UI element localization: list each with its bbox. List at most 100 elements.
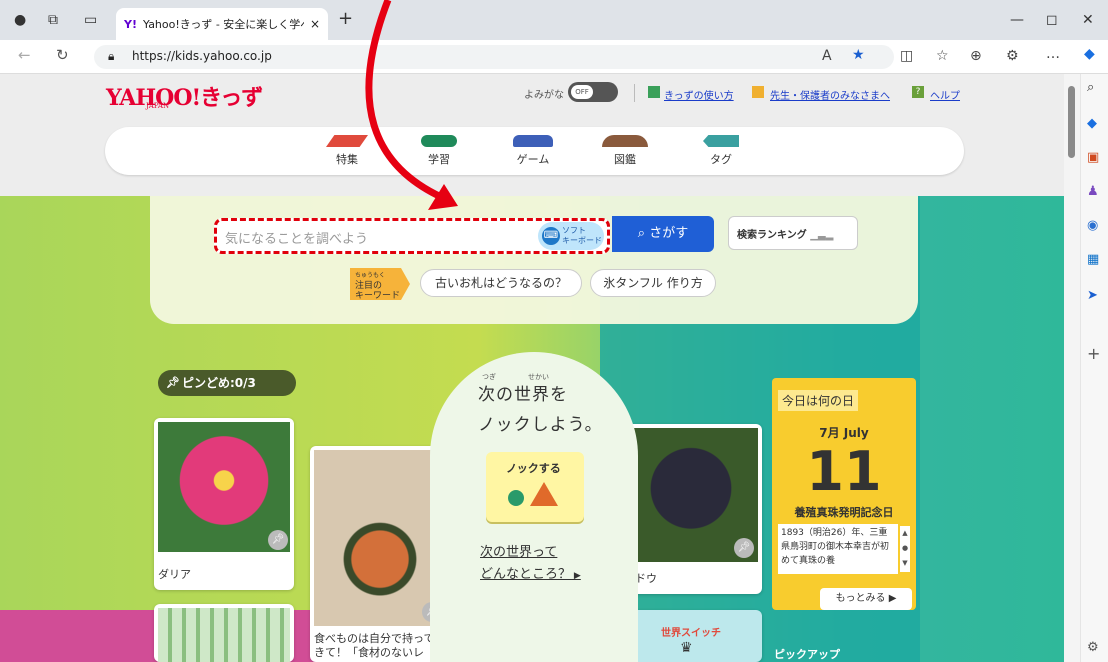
more-button[interactable]: もっとみる ▶	[820, 588, 912, 610]
soft-keyboard-button[interactable]: ⌨ ソフト キーボード	[538, 222, 604, 250]
back-icon[interactable]: ←	[18, 46, 31, 64]
minimize-button[interactable]: —	[1010, 12, 1024, 28]
keyword-tag-line1: 注目の	[355, 281, 383, 291]
main-nav: 特集 学習 ゲーム 図鑑 タグ	[105, 127, 964, 175]
browser-title-bar: ● ⧉ ▭ Y! Yahoo!きっず - 安全に楽しく学べるヲ × + — ◻ …	[0, 0, 1108, 40]
soft-keyboard-line2: キーボード	[562, 236, 602, 245]
logo-kids: きっず	[200, 86, 263, 111]
search-placeholder: 気になることを調べよう	[225, 232, 369, 247]
sidebar-add-icon[interactable]: +	[1087, 344, 1100, 363]
game-icon	[513, 135, 553, 147]
today-day: 11	[806, 440, 882, 503]
close-window-button[interactable]: ✕	[1082, 12, 1094, 28]
tab-close-icon[interactable]: ×	[310, 17, 320, 31]
knock-heading-line2: ノックしよう。	[478, 415, 603, 435]
profile-icon[interactable]: ●	[14, 12, 26, 28]
crown-icon: ♛	[680, 640, 693, 656]
header-divider	[634, 84, 635, 102]
yomigana-toggle[interactable]: OFF	[568, 82, 618, 102]
card-forest[interactable]	[154, 604, 294, 662]
refresh-icon[interactable]: ↻	[56, 46, 69, 64]
read-aloud-icon[interactable]: A	[822, 48, 832, 64]
yahoo-kids-logo[interactable]: YAHOO!きっず	[106, 80, 263, 112]
triangle-icon	[530, 482, 558, 506]
podium-icon: ▁▃▂	[810, 230, 834, 241]
nav-study[interactable]: 学習	[409, 127, 469, 175]
site-header: YAHOO!きっず JAPAN よみがな OFF きっずの使い方 先生・保護者の…	[0, 74, 1064, 196]
favorite-star-icon[interactable]: ★	[852, 47, 865, 63]
keyword-chip-2[interactable]: 氷タンフル 作り方	[590, 269, 716, 297]
card-grape[interactable]: 📌︎ ブドウ	[620, 424, 762, 594]
yomigana-label: よみがな	[524, 90, 564, 101]
search-ranking-button[interactable]: 検索ランキング ▁▃▂	[728, 216, 858, 250]
restore-button[interactable]: ◻	[1046, 12, 1058, 28]
keyword-chip-1[interactable]: 古いお札はどうなるの？	[420, 269, 582, 297]
parents-link[interactable]: 先生・保護者のみなさまへ	[770, 87, 890, 102]
pin-card-icon[interactable]: 📌︎	[268, 530, 288, 550]
sidebar-outlook-icon[interactable]: ▦	[1087, 252, 1099, 267]
study-icon	[421, 135, 457, 147]
knock-button[interactable]: ノックする	[486, 452, 584, 522]
nav-game[interactable]: ゲーム	[503, 127, 563, 175]
nav-encyclopedia[interactable]: 図鑑	[595, 127, 655, 175]
nav-feature[interactable]: 特集	[317, 127, 377, 175]
page-scrollbar[interactable]	[1064, 74, 1080, 662]
tab-title: Yahoo!きっず - 安全に楽しく学べるヲ	[142, 18, 304, 31]
nav-feature-label: 特集	[336, 153, 358, 166]
nav-game-label: ゲーム	[516, 153, 550, 166]
sidebar-search-icon[interactable]: ⌕	[1087, 80, 1094, 95]
scrollbar-thumb[interactable]	[1068, 86, 1075, 158]
extensions-icon[interactable]: ⚙	[1006, 48, 1019, 64]
pin-card-icon[interactable]: 📌︎	[734, 538, 754, 558]
search-button[interactable]: ⌕ さがす	[612, 216, 714, 252]
sidebar-tag-icon[interactable]: ◆	[1087, 116, 1097, 131]
card-food[interactable]: 📌︎ 食べものは自分で持ってきて！「食材のないレ	[310, 446, 450, 662]
knock-button-label: ノックする	[506, 462, 561, 475]
feature-icon	[326, 135, 368, 147]
yahoo-favicon-icon: Y!	[124, 17, 137, 31]
sidebar-send-icon[interactable]: ➤	[1087, 288, 1098, 303]
favorites-icon[interactable]: ☆	[936, 48, 949, 64]
collections-icon[interactable]: ⧉	[48, 12, 58, 28]
new-tab-button[interactable]: +	[338, 8, 353, 29]
search-button-label: さがす	[649, 226, 689, 241]
split-screen-icon[interactable]: ◫	[900, 48, 913, 64]
nav-tag[interactable]: タグ	[691, 127, 751, 175]
card-world-switch[interactable]: 世界スイッチ ♛	[620, 610, 762, 662]
howto-link[interactable]: きっずの使い方	[664, 87, 734, 102]
keyword-tag: ちゅうもく 注目の キーワード	[350, 268, 410, 300]
keyboard-icon: ⌨	[542, 227, 560, 245]
keyword-tag-ruby: ちゅうもく	[355, 272, 386, 279]
pin-icon: 📌︎	[166, 376, 180, 389]
sidebar-settings-icon[interactable]: ⚙	[1087, 640, 1099, 655]
url-field[interactable]: 🔒︎ https://kids.yahoo.co.jp	[94, 45, 894, 69]
today-body: 1893（明治26）年、三重県鳥羽町の御木本幸吉が初めて真珠の養	[778, 524, 898, 574]
nav-study-label: 学習	[428, 153, 450, 166]
soft-keyboard-line1: ソフト	[562, 226, 586, 235]
today-heading: 今日は何の日	[778, 390, 859, 411]
collections-toolbar-icon[interactable]: ⊕	[970, 48, 982, 64]
ranking-label: 検索ランキング	[737, 230, 807, 241]
pin-counter[interactable]: 📌︎ ピンどめ:0/3	[158, 370, 296, 396]
tag-icon	[703, 135, 739, 147]
encyclopedia-icon	[602, 135, 648, 147]
parents-icon	[752, 86, 764, 98]
more-options-icon[interactable]: …	[1046, 46, 1060, 62]
pin-label: ピンどめ:0/3	[182, 376, 256, 390]
help-link[interactable]: ヘルプ	[930, 87, 960, 102]
sidebar-shopping-icon[interactable]: ▣	[1087, 150, 1099, 165]
world-switch-label: 世界スイッチ	[661, 628, 721, 639]
today-scroller[interactable]: ▲ ● ▼	[900, 526, 910, 572]
knock-link[interactable]: 次の世界って どんなところ？ ▶	[480, 542, 581, 587]
tab-actions-icon[interactable]: ▭	[84, 12, 97, 28]
sidebar-office-icon[interactable]: ◉	[1087, 218, 1098, 233]
more-label: もっとみる	[835, 593, 886, 604]
circle-icon	[508, 490, 524, 506]
keyword-tag-line2: キーワード	[355, 291, 401, 301]
howto-icon	[648, 86, 660, 98]
sidebar-people-icon[interactable]: ♟	[1087, 184, 1099, 199]
browser-tab[interactable]: Y! Yahoo!きっず - 安全に楽しく学べるヲ ×	[116, 8, 328, 40]
knock-heading: 次の世界を ノックしよう。	[478, 380, 603, 440]
card-dahlia[interactable]: 📌︎ ダリア	[154, 418, 294, 590]
copilot-icon[interactable]: ◆	[1084, 46, 1095, 62]
